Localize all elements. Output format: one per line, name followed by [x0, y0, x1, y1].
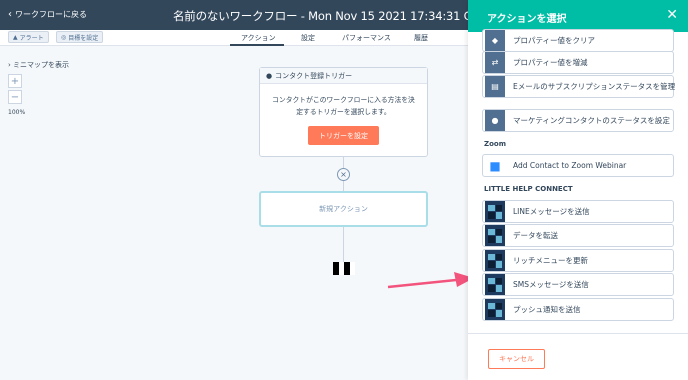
panel-title: アクションを選択 — [487, 14, 567, 25]
enrollment-trigger-card[interactable]: ● コンタクト登録トリガー コンタクトがこのワークフローに入る方法を決 定するト… — [259, 67, 428, 157]
zoom-out-button[interactable]: − — [8, 90, 22, 104]
remove-connector-button[interactable]: × — [337, 168, 350, 181]
action-update-rich-menu[interactable]: リッチメニューを更新 — [482, 249, 674, 272]
little-help-logo-icon — [485, 299, 505, 320]
action-label: プロパティー値をクリア — [513, 36, 596, 45]
action-zoom-webinar[interactable]: ■ Add Contact to Zoom Webinar — [482, 154, 674, 177]
active-tab-indicator — [230, 44, 284, 46]
action-label: リッチメニューを更新 — [513, 256, 588, 265]
person-icon: ● — [266, 71, 273, 80]
set-goal-button[interactable]: ◎ 目標を設定 — [56, 31, 104, 43]
connector-line — [343, 227, 344, 262]
action-send-sms[interactable]: SMSメッセージを送信 — [482, 273, 674, 296]
sub-toolbar: ▲ アラート ◎ 目標を設定 アクション 設定 パフォーマンス 履歴 — [0, 30, 468, 46]
action-label: Eメールのサブスクリプションステータスを管理 — [513, 82, 676, 91]
alert-label: アラート — [19, 34, 44, 42]
trigger-title: コンタクト登録トリガー — [275, 71, 353, 80]
goal-label: 目標を設定 — [68, 34, 99, 42]
new-action-card[interactable]: 新規アクション — [259, 191, 428, 227]
minimap-toggle[interactable]: › ミニマップを表示 — [8, 60, 69, 70]
action-transfer-data[interactable]: データを転送 — [482, 224, 674, 247]
section-zoom: Zoom — [484, 140, 506, 148]
action-send-push[interactable]: プッシュ通知を送信 — [482, 298, 674, 321]
trigger-description: コンタクトがこのワークフローに入る方法を決 定するトリガーを選択します。 — [260, 84, 427, 118]
chevron-right-icon: › — [8, 61, 11, 69]
set-trigger-button[interactable]: トリガーを設定 — [308, 126, 379, 145]
action-increment-property[interactable]: ⇄ プロパティー値を増減 — [482, 51, 674, 74]
little-help-logo-icon — [485, 225, 505, 246]
target-icon: ◎ — [61, 33, 67, 41]
tab-history[interactable]: 履歴 — [414, 33, 428, 43]
action-label: マーケティングコンタクトのステータスを設定 — [513, 116, 670, 125]
chevron-left-icon: ‹ — [8, 8, 12, 20]
little-help-logo-icon — [485, 250, 505, 271]
action-label: データを転送 — [513, 231, 558, 240]
top-bar: ‹ ワークフローに戻る 名前のないワークフロー - Mon Nov 15 202… — [0, 0, 527, 30]
zoom-in-button[interactable]: + — [8, 74, 22, 88]
back-link-label: ワークフローに戻る — [15, 10, 87, 19]
trigger-description-line: 定するトリガーを選択します。 — [296, 108, 391, 116]
eraser-icon: ◆ — [485, 30, 505, 51]
back-to-workflows-link[interactable]: ‹ ワークフローに戻る — [8, 9, 87, 20]
pointer-arrow — [387, 272, 474, 289]
connector-line — [343, 157, 344, 168]
action-set-marketing-contact[interactable]: ● マーケティングコンタクトのステータスを設定 — [482, 109, 674, 132]
zoom-camera-icon: ■ — [485, 155, 505, 176]
minimap-label: ミニマップを表示 — [13, 61, 70, 69]
connector-line — [343, 181, 344, 191]
action-label: LINEメッセージを送信 — [513, 207, 590, 216]
action-label: プッシュ通知を送信 — [513, 305, 581, 314]
action-send-line-message[interactable]: LINEメッセージを送信 — [482, 200, 674, 223]
action-label: Add Contact to Zoom Webinar — [513, 161, 627, 170]
action-label: プロパティー値を増減 — [513, 58, 588, 67]
action-label: SMSメッセージを送信 — [513, 280, 589, 289]
close-icon[interactable]: ✕ — [666, 7, 678, 23]
bell-icon: ▲ — [13, 33, 18, 41]
contact-icon: ● — [485, 110, 505, 131]
tab-performance[interactable]: パフォーマンス — [342, 33, 391, 43]
subscription-icon: ▤ — [485, 76, 505, 97]
trigger-card-header: ● コンタクト登録トリガー — [260, 68, 427, 84]
action-clear-property[interactable]: ◆ プロパティー値をクリア — [482, 29, 674, 52]
little-help-logo-icon — [485, 201, 505, 222]
increment-icon: ⇄ — [485, 52, 505, 73]
finish-flag-icon — [333, 262, 355, 275]
section-little-help-connect: LITTLE HELP CONNECT — [484, 185, 573, 193]
action-manage-subscription[interactable]: ▤ Eメールのサブスクリプションステータスを管理 — [482, 75, 676, 98]
trigger-description-line: コンタクトがこのワークフローに入る方法を決 — [272, 96, 415, 104]
panel-header: アクションを選択 ✕ — [468, 0, 688, 32]
alert-button[interactable]: ▲ アラート — [8, 31, 49, 43]
tab-settings[interactable]: 設定 — [301, 33, 315, 43]
tab-actions[interactable]: アクション — [241, 33, 276, 43]
little-help-logo-icon — [485, 274, 505, 295]
zoom-level: 100% — [8, 109, 26, 116]
cancel-button[interactable]: キャンセル — [488, 349, 545, 369]
